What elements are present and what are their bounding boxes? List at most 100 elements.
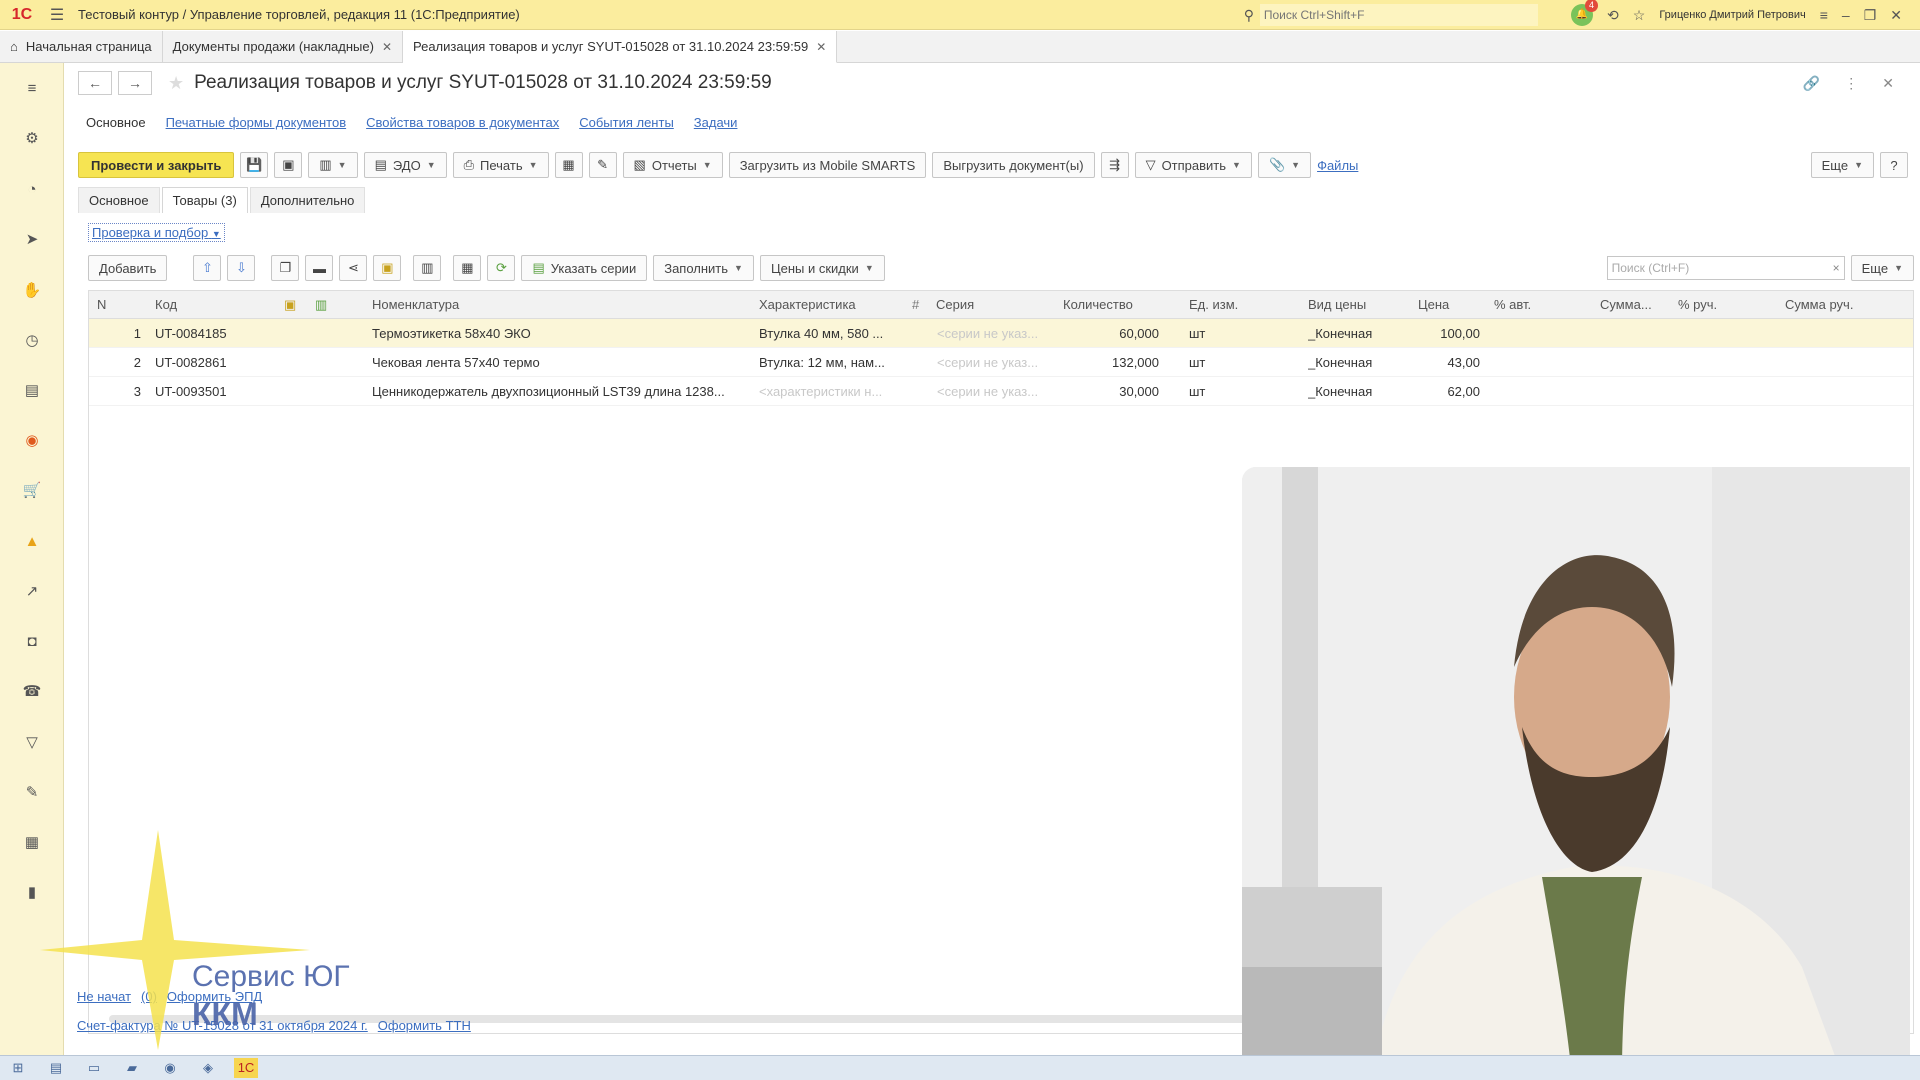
post-and-close-button[interactable]: Провести и закрыть	[78, 152, 235, 178]
move-up-button[interactable]: ⇧	[193, 255, 222, 281]
reports-button[interactable]: ▧ Отчеты ▼	[622, 152, 723, 178]
table-more-button[interactable]: Еще ▼	[1850, 255, 1914, 281]
marketing-icon[interactable]: ◉	[20, 429, 44, 453]
col-n[interactable]: N	[97, 291, 106, 319]
col-price-type[interactable]: Вид цены	[1308, 291, 1366, 319]
table-search-input[interactable]: Поиск (Ctrl+F) ×	[1606, 256, 1845, 280]
global-search-input[interactable]	[1259, 4, 1538, 26]
explorer-icon[interactable]: ▤	[44, 1058, 68, 1078]
check-and-select-link[interactable]: Проверка и подбор ▼	[88, 223, 225, 242]
create-based-on-button[interactable]: ▥ ▼	[308, 152, 358, 178]
load-mobile-smarts-button[interactable]: Загрузить из Mobile SMARTS	[728, 152, 927, 178]
trend-icon[interactable]: ↗	[20, 580, 44, 604]
tab-sales-documents[interactable]: Документы продажи (накладные) ✕	[163, 31, 403, 62]
phone-icon[interactable]: ☎	[20, 680, 44, 704]
col-characteristic[interactable]: Характеристика	[759, 291, 856, 319]
close-window-icon[interactable]: ✕	[1890, 7, 1902, 24]
table-row[interactable]: 2 UT-0082861 Чековая лента 57х40 термо В…	[89, 348, 1913, 377]
send-icon[interactable]: ➤	[20, 228, 44, 252]
settings-menu-icon[interactable]: ≡	[1820, 7, 1828, 23]
nav-feed-events[interactable]: События ленты	[579, 115, 674, 130]
tab-goods[interactable]: Товары (3)	[161, 187, 248, 213]
col-manual-sum[interactable]: Сумма руч.	[1785, 291, 1853, 319]
nav-goods-properties[interactable]: Свойства товаров в документах	[366, 115, 559, 130]
main-menu-icon[interactable]: ☰	[44, 5, 70, 25]
export-documents-button[interactable]: Выгрузить документ(ы)	[932, 152, 1095, 178]
help-button[interactable]: ?	[1880, 152, 1908, 178]
back-button[interactable]: ←	[78, 71, 112, 95]
col-price[interactable]: Цена	[1418, 291, 1449, 319]
refresh-button[interactable]: ⟳	[487, 255, 516, 281]
network-icon[interactable]: ▭	[82, 1058, 106, 1078]
attach-button[interactable]: 📎 ▼	[1257, 152, 1312, 178]
minimize-icon[interactable]: –	[1842, 7, 1850, 23]
col-unit[interactable]: Ед. изм.	[1189, 291, 1238, 319]
nav-tasks[interactable]: Задачи	[694, 115, 738, 130]
pick-button[interactable]: ▣	[373, 255, 402, 281]
wrench-icon[interactable]: ✎	[20, 781, 44, 805]
start-icon[interactable]: ⊞	[6, 1058, 30, 1078]
post-button[interactable]: ▣	[274, 152, 303, 178]
restore-icon[interactable]: ❐	[1864, 7, 1877, 24]
col-code[interactable]: Код	[155, 291, 177, 319]
paste-button[interactable]: ▬	[305, 255, 334, 281]
tab-main[interactable]: Основное	[78, 187, 160, 213]
favorite-star-icon[interactable]: ★	[168, 73, 184, 94]
menu-icon[interactable]: ≡	[20, 77, 44, 101]
global-search[interactable]: ⚲	[1238, 4, 1538, 26]
close-tab-icon[interactable]: ✕	[816, 40, 826, 54]
chrome-icon[interactable]: ◉	[158, 1058, 182, 1078]
col-auto-pct[interactable]: % авт.	[1494, 291, 1531, 319]
prices-discounts-button[interactable]: Цены и скидки ▼	[759, 255, 885, 281]
col-pack-icon[interactable]: ▥	[315, 291, 327, 319]
close-tab-icon[interactable]: ✕	[382, 40, 392, 54]
cart-icon[interactable]: 🛒	[20, 479, 44, 503]
more-vertical-icon[interactable]: ⋮	[1844, 75, 1858, 92]
barcode-button[interactable]: ▥	[413, 255, 442, 281]
1c-taskbar-icon[interactable]: 1С	[234, 1058, 258, 1078]
warehouse-icon[interactable]: ▲	[20, 530, 44, 554]
fill-button[interactable]: Заполнить ▼	[653, 255, 754, 281]
gear-icon[interactable]: ⚙	[20, 127, 44, 151]
edo-button[interactable]: ▤ ЭДО ▼	[363, 152, 447, 178]
history-icon[interactable]: ⟲	[1607, 7, 1619, 24]
link-icon[interactable]: 🔗	[1803, 75, 1820, 92]
flow-button[interactable]: ⇶	[1100, 152, 1129, 178]
folder-icon[interactable]: ▰	[120, 1058, 144, 1078]
files-link[interactable]: Файлы	[1317, 158, 1358, 173]
save-button[interactable]: 💾	[240, 152, 269, 178]
documents-icon[interactable]: ▤	[20, 379, 44, 403]
print-button[interactable]: ⎙ Печать ▼	[452, 152, 549, 178]
add-row-button[interactable]: Добавить	[88, 255, 168, 281]
col-series-icon[interactable]: #	[912, 291, 919, 319]
app-icon[interactable]: ◈	[196, 1058, 220, 1078]
close-icon[interactable]: ✕	[1882, 75, 1894, 92]
structure-button[interactable]: ▦	[554, 152, 583, 178]
notifications-bell-icon[interactable]: 🔔 4	[1571, 0, 1599, 26]
forward-button[interactable]: →	[118, 71, 152, 95]
handshake-icon[interactable]: ✋	[20, 279, 44, 303]
ttn-link[interactable]: Оформить ТТН	[378, 1018, 471, 1033]
tab-current-document[interactable]: Реализация товаров и услуг SYUT-015028 о…	[403, 31, 838, 63]
clock-icon[interactable]: ◷	[20, 329, 44, 353]
specify-series-button[interactable]: ▤ Указать серии	[521, 255, 648, 281]
clear-search-icon[interactable]: ×	[1833, 261, 1844, 275]
bag-icon[interactable]: ◘	[20, 630, 44, 654]
table-row[interactable]: 1 UT-0084185 Термоэтикетка 58х40 ЭКО Вту…	[89, 319, 1913, 348]
col-manual-pct[interactable]: % руч.	[1678, 291, 1717, 319]
col-nomenclature[interactable]: Номенклатура	[372, 291, 459, 319]
tab-home[interactable]: ⌂ Начальная страница	[0, 31, 163, 62]
copy-row-button[interactable]: ❐	[271, 255, 300, 281]
send-button[interactable]: ▽ Отправить ▼	[1134, 152, 1252, 178]
calendar-button[interactable]: ▦	[453, 255, 482, 281]
col-auto-sum[interactable]: Сумма...	[1600, 291, 1652, 319]
col-series[interactable]: Серия	[936, 291, 974, 319]
nav-main[interactable]: Основное	[86, 115, 146, 130]
col-mark-icon[interactable]: ▣	[284, 291, 296, 319]
tab-additional[interactable]: Дополнительно	[249, 187, 366, 213]
more-button[interactable]: Еще ▼	[1810, 152, 1874, 178]
table-row[interactable]: 3 UT-0093501 Ценникодержатель двухпозици…	[89, 377, 1913, 406]
filter-icon[interactable]: ▽	[20, 731, 44, 755]
col-quantity[interactable]: Количество	[1063, 291, 1133, 319]
move-down-button[interactable]: ⇩	[227, 255, 256, 281]
